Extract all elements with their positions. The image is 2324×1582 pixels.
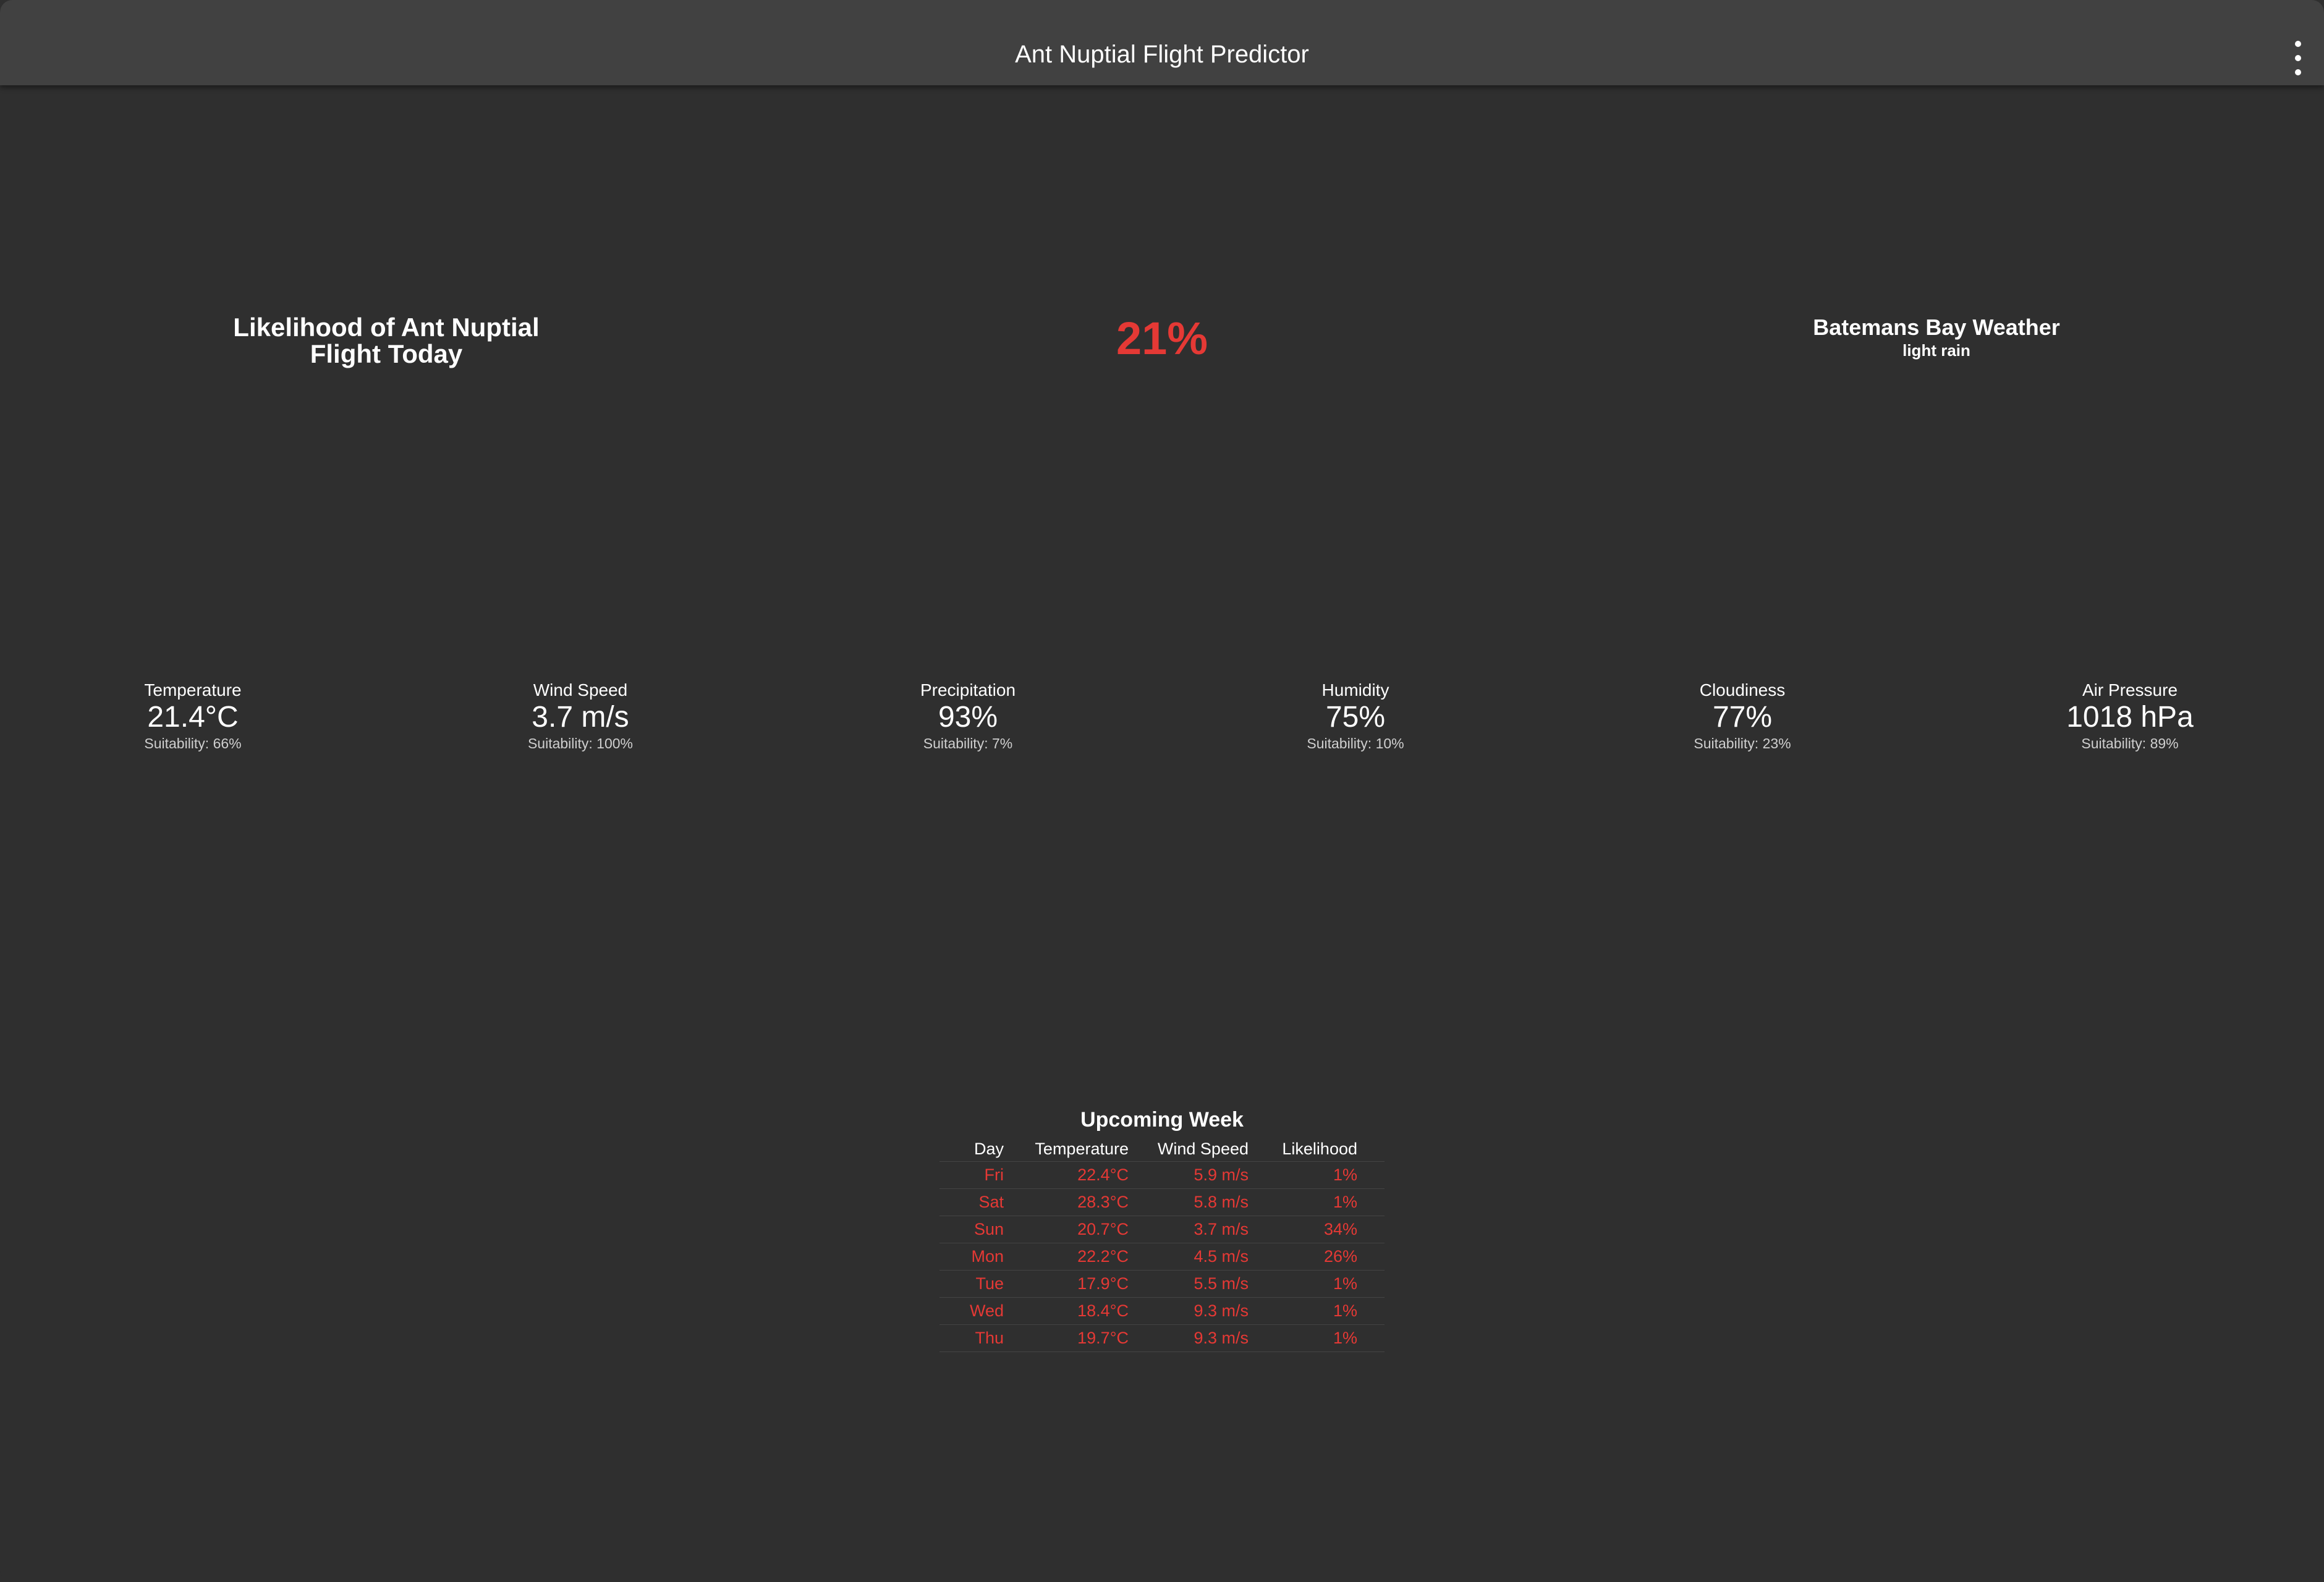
- table-row: Sat 28.3°C 5.8 m/s 1%: [939, 1188, 1385, 1216]
- table-row: Wed 18.4°C 9.3 m/s 1%: [939, 1297, 1385, 1325]
- table-row: Thu 19.7°C 9.3 m/s 1%: [939, 1324, 1385, 1352]
- metric-value: 3.7 m/s: [532, 701, 629, 734]
- metric-value: 77%: [1712, 701, 1773, 734]
- metric-label: Humidity: [1321, 680, 1389, 700]
- metric-value: 21.4°C: [147, 701, 239, 734]
- table-row: Tue 17.9°C 5.5 m/s 1%: [939, 1270, 1385, 1298]
- metric-suitability: Suitability: 100%: [527, 735, 634, 751]
- column-header-temperature: Temperature: [1031, 1136, 1156, 1162]
- cell-day: Mon: [939, 1243, 1031, 1271]
- app-title: Ant Nuptial Flight Predictor: [1015, 41, 1309, 68]
- cell-likelihood: 1%: [1276, 1297, 1385, 1325]
- column-header-likelihood: Likelihood: [1276, 1136, 1385, 1162]
- metric-humidity: Humidity 75% Suitability: 10%: [1226, 679, 1485, 754]
- cell-temperature: 28.3°C: [1031, 1188, 1156, 1216]
- today-likelihood-value: 21%: [1116, 313, 1208, 364]
- metric-suitability: Suitability: 10%: [1307, 735, 1404, 751]
- cell-temperature: 18.4°C: [1031, 1297, 1156, 1325]
- cell-day: Wed: [939, 1297, 1031, 1325]
- metric-wind-speed: Wind Speed 3.7 m/s Suitability: 100%: [451, 679, 710, 754]
- cell-temperature: 22.4°C: [1031, 1161, 1156, 1189]
- metric-value: 93%: [938, 701, 998, 734]
- cell-likelihood: 26%: [1276, 1243, 1385, 1271]
- metric-suitability: Suitability: 7%: [923, 735, 1013, 751]
- cell-day: Thu: [939, 1324, 1031, 1352]
- metric-temperature: Temperature 21.4°C Suitability: 66%: [63, 679, 323, 754]
- cell-day: Sat: [939, 1188, 1031, 1216]
- metric-label: Temperature: [144, 680, 242, 700]
- cell-day: Fri: [939, 1161, 1031, 1189]
- cell-wind-speed: 5.8 m/s: [1156, 1188, 1276, 1216]
- app-window: Ant Nuptial Flight Predictor Likelihood …: [0, 0, 2324, 1582]
- upcoming-week-title: Upcoming Week: [1080, 1108, 1244, 1132]
- more-vert-icon[interactable]: [2286, 41, 2310, 75]
- metric-label: Precipitation: [920, 680, 1016, 700]
- cell-wind-speed: 4.5 m/s: [1156, 1243, 1276, 1271]
- metrics-row: Temperature 21.4°C Suitability: 66% Wind…: [0, 679, 2324, 759]
- metric-cloudiness: Cloudiness 77% Suitability: 23%: [1613, 679, 1872, 754]
- metric-suitability: Suitability: 23%: [1694, 735, 1791, 751]
- today-likelihood-label: Likelihood of Ant Nuptial Flight Today: [233, 313, 540, 368]
- metric-value: 75%: [1325, 701, 1386, 734]
- table-header-row: Day Temperature Wind Speed Likelihood: [939, 1136, 1385, 1162]
- metric-air-pressure: Air Pressure 1018 hPa Suitability: 89%: [2000, 679, 2260, 754]
- column-header-wind-speed: Wind Speed: [1156, 1136, 1276, 1162]
- metric-label: Cloudiness: [1699, 680, 1786, 700]
- metric-precipitation: Precipitation 93% Suitability: 7%: [838, 679, 1098, 754]
- cell-likelihood: 1%: [1276, 1270, 1385, 1298]
- cell-day: Tue: [939, 1270, 1031, 1298]
- cell-likelihood: 1%: [1276, 1161, 1385, 1189]
- cell-temperature: 19.7°C: [1031, 1324, 1156, 1352]
- cell-likelihood: 1%: [1276, 1324, 1385, 1352]
- cell-wind-speed: 5.5 m/s: [1156, 1270, 1276, 1298]
- column-header-day: Day: [939, 1136, 1031, 1162]
- cell-wind-speed: 9.3 m/s: [1156, 1297, 1276, 1325]
- cell-wind-speed: 5.9 m/s: [1156, 1161, 1276, 1189]
- metric-label: Wind Speed: [533, 680, 628, 700]
- cell-likelihood: 34%: [1276, 1216, 1385, 1243]
- table-row: Sun 20.7°C 3.7 m/s 34%: [939, 1216, 1385, 1243]
- metric-label: Air Pressure: [2082, 680, 2178, 700]
- app-bar: Ant Nuptial Flight Predictor: [0, 0, 2324, 85]
- cell-temperature: 22.2°C: [1031, 1243, 1156, 1271]
- upcoming-week: Upcoming Week Day Temperature Wind Speed…: [939, 1103, 1385, 1352]
- cell-day: Sun: [939, 1216, 1031, 1243]
- cell-wind-speed: 9.3 m/s: [1156, 1324, 1276, 1352]
- cell-temperature: 20.7°C: [1031, 1216, 1156, 1243]
- table-row: Fri 22.4°C 5.9 m/s 1%: [939, 1161, 1385, 1189]
- weather-location: Batemans Bay Weather: [1813, 315, 2060, 340]
- metric-suitability: Suitability: 66%: [144, 735, 242, 751]
- cell-likelihood: 1%: [1276, 1188, 1385, 1216]
- metric-value: 1018 hPa: [2066, 701, 2194, 734]
- metric-suitability: Suitability: 89%: [2081, 735, 2179, 751]
- forecast-table: Day Temperature Wind Speed Likelihood Fr…: [939, 1136, 1385, 1352]
- weather-summary: Batemans Bay Weather light rain: [1751, 314, 2122, 360]
- cell-temperature: 17.9°C: [1031, 1270, 1156, 1298]
- table-row: Mon 22.2°C 4.5 m/s 26%: [939, 1243, 1385, 1271]
- cell-wind-speed: 3.7 m/s: [1156, 1216, 1276, 1243]
- weather-description: light rain: [1902, 341, 1970, 360]
